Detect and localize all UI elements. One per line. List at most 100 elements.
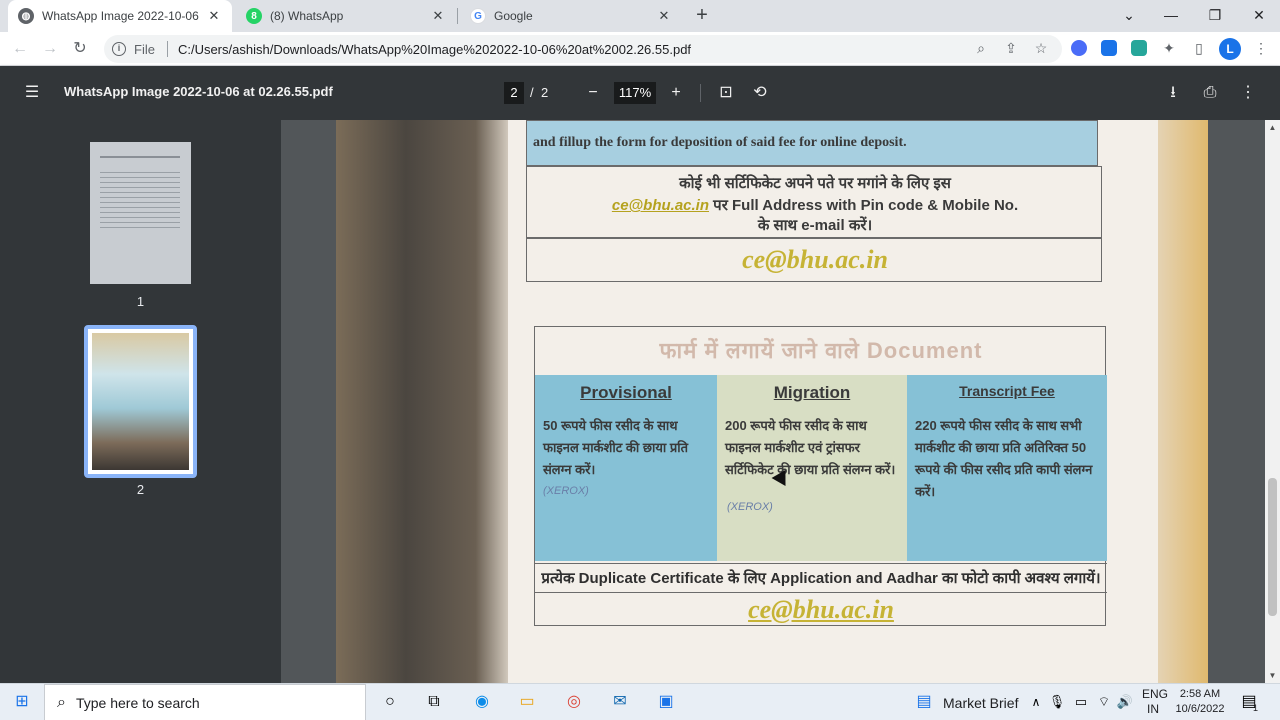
page-thumbnail-2[interactable]	[84, 325, 197, 478]
column-heading: Provisional	[580, 383, 672, 402]
bookmark-star-icon[interactable]: ☆	[1030, 37, 1052, 59]
column-heading: Transcript Fee	[959, 383, 1055, 399]
window-close-button[interactable]: ✕	[1236, 0, 1280, 32]
taskbar-search[interactable]: ⌕ Type here to search	[44, 684, 366, 720]
documents-section: फार्म में लगायें जाने वाले Document Prov…	[534, 326, 1107, 626]
volume-icon[interactable]: 🔊	[1114, 691, 1136, 713]
zoom-out-button[interactable]: −	[581, 81, 605, 105]
whatsapp-icon: 8	[246, 8, 262, 24]
email-box: ce@bhu.ac.in	[526, 238, 1102, 282]
edge-icon[interactable]: ◉	[471, 691, 493, 713]
page-number-input[interactable]: 2	[504, 82, 524, 104]
scroll-down-arrow-icon[interactable]: ▼	[1265, 668, 1280, 683]
notification-count: 1	[1253, 703, 1259, 713]
close-icon[interactable]: ✕	[656, 8, 672, 24]
browser-toolbar: ← → ↻ i File C:/Users/ashish/Downloads/W…	[0, 32, 1280, 66]
provisional-column: Provisional 50 रूपये फीस रसीद के साथ फाइ…	[535, 375, 717, 561]
column-text: 50 रूपये फीस रसीद के साथ फाइनल मार्कशीट …	[543, 418, 689, 477]
column-note: (XEROX)	[543, 485, 589, 497]
transcript-column: Transcript Fee 220 रूपये फीस रसीद के साथ…	[907, 375, 1107, 561]
documents-title: फार्म में लगायें जाने वाले Document	[659, 338, 983, 363]
email-text: ce@bhu.ac.in	[611, 197, 710, 214]
more-options-icon[interactable]: ⋮	[1236, 81, 1260, 105]
fit-page-icon[interactable]: ⊡	[714, 81, 738, 105]
puzzle-icon[interactable]: ✦	[1158, 37, 1180, 59]
print-icon[interactable]: ⎙	[1198, 81, 1222, 105]
google-icon: G	[470, 8, 486, 24]
chrome-icon[interactable]: ◎	[563, 691, 585, 713]
info-icon[interactable]: i	[112, 42, 126, 56]
instruction-line-3: के साथ e-mail करें।	[757, 217, 873, 234]
tab-label: WhatsApp Image 2022-10-06 at	[42, 9, 200, 23]
column-note: (XEROX)	[727, 501, 773, 513]
download-icon[interactable]: ⭳	[1161, 81, 1185, 105]
thumbnail-number: 2	[136, 482, 145, 497]
side-panel-icon[interactable]: ▯	[1188, 37, 1210, 59]
rotate-icon[interactable]: ⟲	[748, 81, 772, 105]
scroll-up-arrow-icon[interactable]: ▲	[1265, 120, 1280, 135]
system-clock[interactable]: 2:58 AM 10/6/2022	[1170, 687, 1230, 717]
scheme-label: File	[134, 41, 155, 57]
clock-time: 2:58 AM	[1179, 688, 1221, 700]
tab-strip: ◍ WhatsApp Image 2022-10-06 at ✕ 8 (8) W…	[0, 0, 1280, 32]
chevron-up-icon[interactable]: ∧	[1025, 691, 1047, 713]
instruction-line-2: ce@bhu.ac.in पर Full Address with Pin co…	[527, 195, 1103, 215]
extension-icon[interactable]	[1131, 40, 1147, 56]
pdf-viewer[interactable]: and fillup the form for deposition of sa…	[281, 120, 1265, 683]
more-menu-icon[interactable]: ⋮	[1250, 37, 1272, 59]
minimize-button[interactable]: —	[1148, 0, 1194, 32]
tab-search-dropdown[interactable]: ⌄	[1106, 0, 1152, 32]
file-explorer-icon[interactable]: ▭	[516, 691, 538, 713]
task-view-icon[interactable]: ⧉	[423, 691, 445, 713]
address-bar[interactable]: i File C:/Users/ashish/Downloads/WhatsAp…	[104, 35, 1062, 63]
wifi-icon[interactable]: ⌔	[1093, 691, 1115, 713]
page-thumbnail-1[interactable]	[90, 142, 191, 284]
notice-sheet: and fillup the form for deposition of sa…	[508, 120, 1158, 683]
new-tab-button[interactable]: +	[690, 4, 714, 28]
reload-button[interactable]: ↻	[68, 37, 92, 61]
maximize-button[interactable]: ❐	[1192, 0, 1238, 32]
url-text[interactable]: C:/Users/ashish/Downloads/WhatsApp%20Ima…	[178, 42, 691, 57]
thumbnail-sidebar: 1 2	[0, 120, 281, 683]
region-code[interactable]: IN	[1147, 702, 1159, 716]
forward-button[interactable]: →	[38, 37, 62, 61]
language-code[interactable]: ENG	[1142, 687, 1168, 701]
address-instruction-box: कोई भी सर्टिफिकेट अपने पते पर मगांने के …	[526, 166, 1102, 238]
windows-start-icon[interactable]: ⊞	[11, 691, 33, 713]
total-pages: 2	[541, 85, 549, 100]
scrollbar-thumb[interactable]	[1268, 478, 1277, 616]
news-icon[interactable]: ▤	[913, 691, 935, 713]
battery-icon[interactable]: ▭	[1070, 691, 1092, 713]
zoom-input[interactable]: 117%	[614, 82, 656, 104]
avatar[interactable]: L	[1219, 38, 1241, 60]
migration-column: Migration 200 रूपये फीस रसीद के साथ फाइन…	[717, 375, 907, 561]
tab-label: Google	[494, 9, 533, 23]
tab-google[interactable]: G Google ✕	[460, 0, 682, 32]
zoom-icon[interactable]: ⌕	[970, 37, 992, 59]
instruction-line-2-text: पर Full Address with Pin code & Mobile N…	[709, 197, 1019, 214]
duplicate-certificate-line: प्रत्येक Duplicate Certificate के लिए Ap…	[535, 563, 1107, 593]
email-large: ce@bhu.ac.in	[742, 245, 888, 274]
market-brief[interactable]: Market Brief	[943, 695, 1018, 711]
tab-whatsapp[interactable]: 8 (8) WhatsApp ✕	[236, 0, 456, 32]
tab-label: (8) WhatsApp	[270, 9, 344, 23]
tab-whatsapp-image-pdf[interactable]: ◍ WhatsApp Image 2022-10-06 at ✕	[8, 0, 232, 32]
close-icon[interactable]: ✕	[430, 8, 446, 24]
toolbar-divider	[700, 84, 701, 102]
back-button[interactable]: ←	[8, 37, 32, 61]
share-icon[interactable]: ⇪	[1000, 37, 1022, 59]
page-separator: /	[530, 85, 534, 100]
taskbar: ⊞ ⌕ Type here to search ○ ⧉ ◉ ▭ ◎ ✉ ▣ ▤ …	[0, 683, 1280, 720]
cortana-icon[interactable]: ○	[379, 691, 401, 713]
microphone-icon[interactable]: 🎙	[1046, 691, 1068, 713]
app-icon[interactable]: ▣	[655, 691, 677, 713]
menu-icon[interactable]: ☰	[20, 81, 44, 105]
tab-divider	[457, 8, 458, 24]
vertical-scrollbar[interactable]: ▲ ▼	[1265, 120, 1280, 683]
close-icon[interactable]: ✕	[206, 8, 222, 24]
extension-icon[interactable]	[1071, 40, 1087, 56]
screen-capture-icon[interactable]	[1101, 40, 1117, 56]
mail-icon[interactable]: ✉	[609, 691, 631, 713]
clock-date: 10/6/2022	[1175, 703, 1225, 715]
zoom-in-button[interactable]: +	[664, 81, 688, 105]
